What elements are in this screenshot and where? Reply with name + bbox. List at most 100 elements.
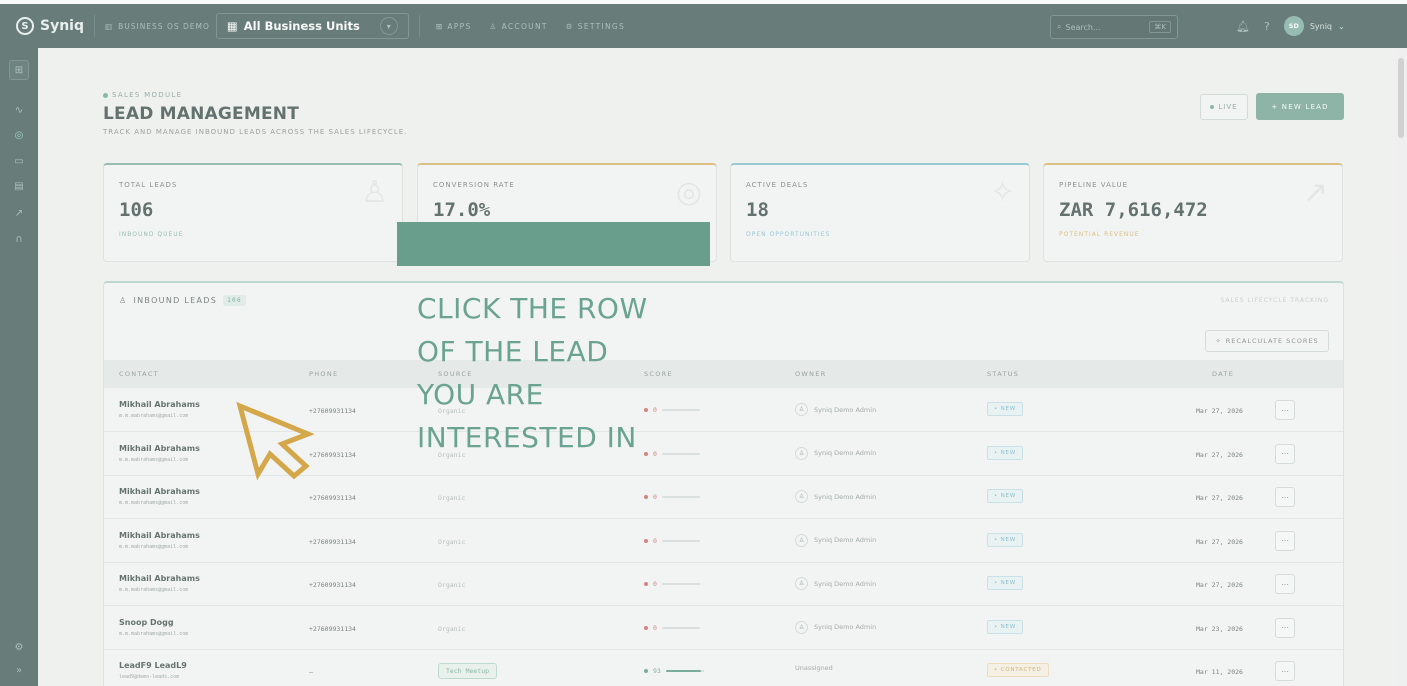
business-units-select[interactable]: ▦ All Business Units ▾ bbox=[215, 13, 409, 39]
table-row[interactable]: LeadF9 LeadL9 lead9@demo-leads.com – Tech M… bbox=[104, 650, 1343, 686]
lead-owner: ♙ Syniq Demo Admin bbox=[795, 620, 876, 634]
panel-tag: SALES LIFECYCLE TRACKING bbox=[1220, 297, 1329, 304]
more-actions-button[interactable]: ⋯ bbox=[1275, 574, 1295, 594]
table-row[interactable]: Mikhail Abrahams m.m.mabrahams@gmail.com +… bbox=[104, 563, 1343, 606]
score-value: 0 bbox=[653, 536, 657, 545]
more-actions-button[interactable]: ⋯ bbox=[1275, 661, 1295, 681]
sidebar-trend-icon[interactable]: ↗ bbox=[9, 203, 29, 223]
status-badge: • NEW bbox=[987, 489, 1024, 503]
stat-label: ACTIVE DEALS bbox=[746, 181, 809, 189]
recalculate-scores-button[interactable]: ✧ RECALCULATE SCORES bbox=[1205, 330, 1329, 352]
stat-card-pipeline-value: PIPELINE VALUE ZAR 7,616,472 POTENTIAL R… bbox=[1043, 163, 1343, 262]
score-dot-icon bbox=[644, 625, 648, 630]
col-date[interactable]: DATE bbox=[1212, 370, 1234, 378]
contact-name: Mikhail Abrahams bbox=[119, 530, 200, 540]
live-button[interactable]: LIVE bbox=[1200, 94, 1248, 120]
score-dot-icon bbox=[644, 582, 648, 586]
more-actions-button[interactable]: ⋯ bbox=[1275, 617, 1295, 638]
top-nav: ⊞ APPS ♙ ACCOUNT ⚙ SETTINGS bbox=[436, 22, 625, 31]
more-actions-button[interactable]: ⋯ bbox=[1275, 400, 1295, 420]
lead-source: Organic bbox=[438, 581, 466, 589]
table-row[interactable]: Mikhail Abrahams m.m.mabrahams@gmail.com +… bbox=[104, 476, 1343, 519]
user-menu[interactable]: SD Syniq ⌄ bbox=[1283, 16, 1345, 36]
syniq-logo-icon: S bbox=[16, 17, 34, 35]
hint-line: INTERESTED IN bbox=[417, 421, 637, 454]
lead-date: Mar 27, 2026 bbox=[1196, 407, 1243, 415]
brand-name: Syniq bbox=[40, 18, 84, 34]
chevron-down-icon: ▾ bbox=[379, 17, 398, 35]
stat-label: PIPELINE VALUE bbox=[1059, 181, 1129, 189]
sidebar-settings-icon[interactable]: ⚙ bbox=[9, 637, 29, 657]
more-actions-button[interactable]: ⋯ bbox=[1275, 443, 1295, 464]
scrollbar-thumb[interactable] bbox=[1398, 58, 1404, 138]
workspace-text: BUSINESS OS DEMO bbox=[118, 21, 210, 31]
col-phone[interactable]: PHONE bbox=[309, 370, 338, 378]
bell-icon[interactable]: 🔔︎ bbox=[1236, 20, 1250, 33]
score-bar bbox=[661, 626, 700, 629]
help-icon[interactable]: ? bbox=[1264, 20, 1270, 33]
nav-apps[interactable]: ⊞ APPS bbox=[436, 22, 472, 31]
lead-date: Mar 27, 2026 bbox=[1196, 581, 1243, 589]
search-input[interactable]: ⌕ Search... ⌘K bbox=[1050, 15, 1178, 39]
stat-sub: INBOUND QUEUE bbox=[119, 231, 184, 238]
hint-line: CLICK THE ROW bbox=[417, 292, 648, 325]
divider bbox=[418, 15, 420, 37]
stat-label: CONVERSION RATE bbox=[433, 181, 515, 189]
owner-name: Syniq Demo Admin bbox=[814, 405, 877, 414]
target-icon: ◎ bbox=[675, 175, 702, 210]
highlight-box bbox=[397, 222, 710, 266]
tutorial-hint: CLICK THE ROW OF THE LEAD YOU ARE INTERE… bbox=[417, 287, 648, 459]
avatar: SD bbox=[1283, 16, 1304, 36]
sidebar-headset-icon[interactable]: ∩ bbox=[9, 229, 29, 249]
nav-apps-label: APPS bbox=[447, 21, 472, 31]
more-actions-button[interactable]: ⋯ bbox=[1275, 487, 1295, 507]
inbound-leads-panel: ♙ INBOUND LEADS 106 SALES LIFECYCLE TRAC… bbox=[103, 281, 1344, 686]
search-shortcut: ⌘K bbox=[1149, 21, 1171, 33]
table-row[interactable]: Mikhail Abrahams m.m.mabrahams@gmail.com +… bbox=[104, 520, 1343, 563]
status-badge: • CONTACTED bbox=[987, 663, 1049, 677]
nav-settings[interactable]: ⚙ SETTINGS bbox=[566, 22, 625, 31]
lead-owner: Unassigned bbox=[795, 664, 833, 672]
units-label: All Business Units bbox=[243, 19, 360, 33]
lead-date: Mar 27, 2026 bbox=[1196, 450, 1243, 459]
workspace-label[interactable]: ▥ BUSINESS OS DEMO bbox=[105, 22, 210, 31]
lead-owner: ♙ Syniq Demo Admin bbox=[795, 446, 876, 460]
sidebar-expand-icon[interactable]: » bbox=[9, 660, 29, 680]
score-value: 0 bbox=[653, 580, 657, 588]
score-value: 0 bbox=[653, 623, 657, 632]
scrollbar[interactable] bbox=[1395, 48, 1407, 686]
lead-score: 0 bbox=[644, 450, 700, 458]
units-icon: ▦ bbox=[226, 19, 238, 33]
brand-logo[interactable]: S Syniq bbox=[0, 17, 84, 35]
sidebar-wallet-icon[interactable]: ▭ bbox=[9, 151, 29, 171]
col-score[interactable]: SCORE bbox=[644, 370, 673, 378]
owner-avatar-icon: ♙ bbox=[795, 533, 808, 547]
owner-avatar-icon: ♙ bbox=[795, 577, 808, 590]
more-actions-button[interactable]: ⋯ bbox=[1275, 530, 1295, 551]
table-header: CONTACT PHONE SOURCE SCORE OWNER STATUS … bbox=[104, 360, 1343, 388]
new-lead-button[interactable]: + NEW LEAD bbox=[1256, 93, 1344, 120]
divider bbox=[94, 15, 95, 37]
col-contact[interactable]: CONTACT bbox=[119, 370, 159, 378]
sidebar-activity-icon[interactable]: ∿ bbox=[9, 100, 29, 120]
col-status[interactable]: STATUS bbox=[987, 370, 1019, 378]
score-value: 0 bbox=[653, 493, 657, 501]
sidebar-building-icon[interactable]: ▤ bbox=[9, 176, 29, 196]
lead-score: 0 bbox=[644, 493, 700, 501]
col-owner[interactable]: OWNER bbox=[795, 370, 827, 378]
lead-owner: ♙ Syniq Demo Admin bbox=[795, 490, 876, 503]
status-dot-icon bbox=[103, 92, 108, 98]
phone-number: – bbox=[309, 668, 313, 676]
contact-email: m.m.mabrahams@gmail.com bbox=[119, 456, 189, 463]
sidebar-apps-icon[interactable]: ⊞ bbox=[9, 60, 29, 80]
nav-account[interactable]: ♙ ACCOUNT bbox=[490, 22, 548, 31]
owner-avatar-icon: ♙ bbox=[795, 490, 808, 503]
live-label: LIVE bbox=[1218, 103, 1238, 111]
search-icon: ⌕ bbox=[1057, 22, 1062, 31]
table-row[interactable]: Snoop Dogg m.m.mabrahams@gmail.com +276099… bbox=[104, 607, 1343, 650]
sidebar-target-icon[interactable]: ◎ bbox=[9, 125, 29, 145]
contact-email: m.m.mabrahams@gmail.com bbox=[119, 630, 189, 637]
stat-sub: OPEN OPPORTUNITIES bbox=[746, 231, 831, 238]
lead-source: Organic bbox=[438, 624, 466, 633]
score-value: 0 bbox=[653, 449, 657, 458]
